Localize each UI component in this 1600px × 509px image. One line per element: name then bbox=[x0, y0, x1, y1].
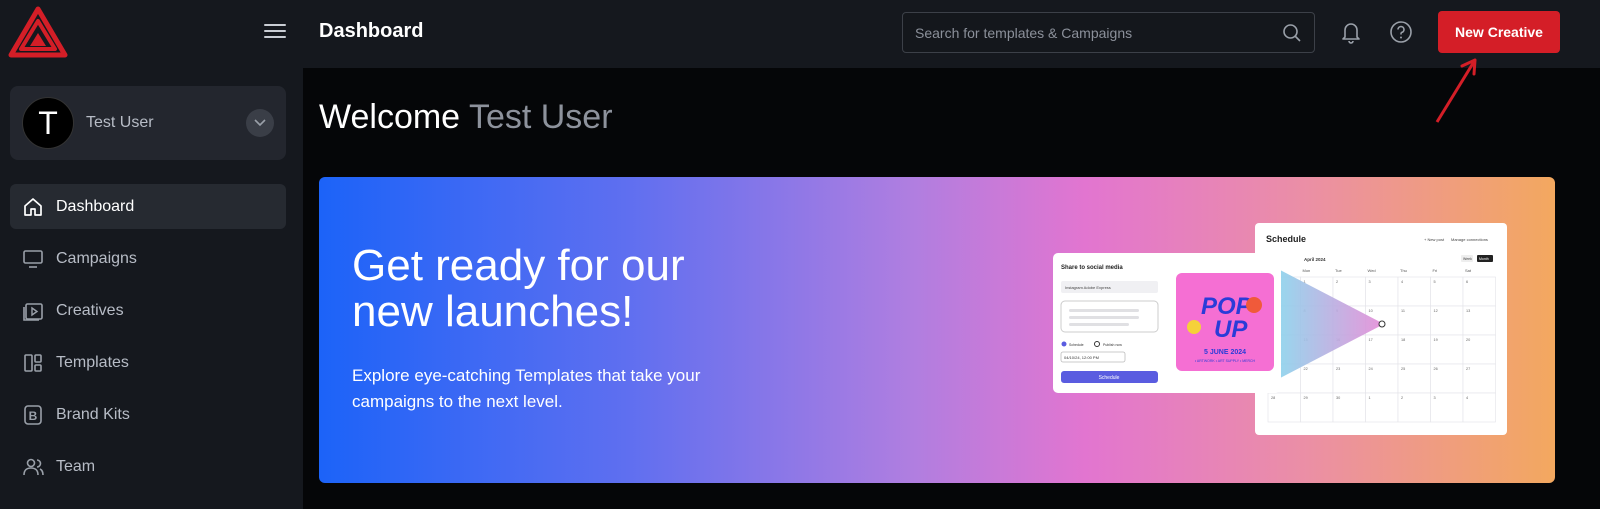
calendar-date: 23 bbox=[1336, 367, 1340, 371]
calendar-date: 25 bbox=[1401, 367, 1405, 371]
calendar-date: 10 bbox=[1369, 309, 1373, 313]
share-title: Share to social media bbox=[1061, 265, 1123, 271]
calendar-title: Schedule bbox=[1266, 234, 1306, 244]
schedule-option: Schedule bbox=[1069, 343, 1084, 347]
calendar-date: 2 bbox=[1401, 396, 1403, 400]
calendar-date: 29 bbox=[1304, 396, 1308, 400]
logo-icon[interactable] bbox=[8, 6, 68, 58]
user-name: Test User bbox=[86, 114, 154, 131]
menu-toggle-icon[interactable] bbox=[262, 20, 288, 44]
calendar-weekday: Thu bbox=[1400, 268, 1407, 273]
search-icon[interactable] bbox=[1282, 23, 1302, 43]
users-icon bbox=[22, 456, 44, 478]
banner-title: Get ready for our new launches! bbox=[352, 241, 685, 336]
sidebar-item-creatives[interactable]: Creatives bbox=[10, 288, 286, 333]
welcome-heading: Welcome Test User bbox=[319, 98, 613, 137]
publish-option: Publish now bbox=[1103, 343, 1122, 347]
calendar-date: 3 bbox=[1434, 396, 1436, 400]
calendar-date: 6 bbox=[1466, 280, 1468, 284]
calendar-date: 26 bbox=[1434, 367, 1438, 371]
calendar-date: 4 bbox=[1401, 280, 1403, 284]
calendar-date: 28 bbox=[1271, 396, 1275, 400]
search-box[interactable]: Search for templates & Campaigns bbox=[902, 12, 1315, 53]
datetime-value: 04/10/24, 12:00 PM bbox=[1064, 355, 1099, 360]
help-icon[interactable] bbox=[1388, 19, 1414, 45]
calendar-date: 24 bbox=[1369, 367, 1373, 371]
poster-tags: • ARTWORK • ART SUPPLY • MERCH bbox=[1195, 359, 1256, 363]
poster-bottom: UP bbox=[1214, 316, 1248, 343]
chevron-down-icon[interactable] bbox=[246, 109, 274, 137]
calendar-date: 11 bbox=[1401, 309, 1405, 313]
calendar-manage: Manage connections bbox=[1451, 237, 1488, 242]
calendar-date: 19 bbox=[1434, 338, 1438, 342]
calendar-date: 1 bbox=[1369, 396, 1371, 400]
page-title: Dashboard bbox=[319, 20, 424, 42]
calendar-weekday: Wed bbox=[1368, 268, 1376, 273]
welcome-prefix: Welcome bbox=[319, 98, 461, 136]
banner-illustration: Schedule + New post Manage connections T… bbox=[1053, 223, 1507, 435]
welcome-user-name: Test User bbox=[468, 98, 613, 136]
calendar-new-post: + New post bbox=[1424, 237, 1445, 242]
calendar-weekday: Mon bbox=[1303, 268, 1311, 273]
layout-icon bbox=[22, 352, 44, 374]
b-icon: B bbox=[22, 404, 44, 426]
sidebar-item-campaigns[interactable]: Campaigns bbox=[10, 236, 286, 281]
sidebar-item-team[interactable]: Team bbox=[10, 444, 286, 489]
calendar-date: 17 bbox=[1369, 338, 1373, 342]
svg-text:B: B bbox=[29, 409, 38, 423]
top-bar: Dashboard Search for templates & Campaig… bbox=[303, 0, 1600, 68]
calendar-date: 22 bbox=[1304, 367, 1308, 371]
calendar-month-btn: Month bbox=[1479, 257, 1489, 261]
sidebar-item-label: Creatives bbox=[56, 301, 124, 319]
avatar: T bbox=[22, 97, 74, 149]
calendar-month: April 2024 bbox=[1304, 257, 1326, 262]
share-card: Share to social media Instagram Adobe Ex… bbox=[1053, 253, 1281, 393]
share-account: Instagram Adobe Express bbox=[1065, 285, 1111, 290]
calendar-date: 20 bbox=[1466, 338, 1470, 342]
calendar-weekday: Sat bbox=[1465, 268, 1472, 273]
sidebar-item-dashboard[interactable]: Dashboard bbox=[10, 184, 286, 229]
calendar-weekday: Tue bbox=[1335, 268, 1343, 273]
monitor-icon bbox=[22, 248, 44, 270]
sidebar: T Test User Dashboard Campaigns Creative… bbox=[0, 0, 303, 509]
home-icon bbox=[22, 196, 44, 218]
calendar-date: 27 bbox=[1466, 367, 1470, 371]
sidebar-item-label: Brand Kits bbox=[56, 405, 130, 423]
sidebar-item-label: Templates bbox=[56, 353, 129, 371]
calendar-date: 13 bbox=[1466, 309, 1470, 313]
user-switcher[interactable]: T Test User bbox=[10, 86, 286, 160]
search-input[interactable]: Search for templates & Campaigns bbox=[915, 25, 1282, 41]
calendar-date: 3 bbox=[1369, 280, 1371, 284]
calendar-date: 5 bbox=[1434, 280, 1436, 284]
annotation-arrow-icon bbox=[1435, 58, 1477, 123]
bell-icon[interactable] bbox=[1338, 19, 1364, 45]
calendar-date: 2 bbox=[1336, 280, 1338, 284]
sidebar-item-brand-kits[interactable]: B Brand Kits bbox=[10, 392, 286, 437]
sidebar-item-templates[interactable]: Templates bbox=[10, 340, 286, 385]
sidebar-nav: Dashboard Campaigns Creatives Templates … bbox=[10, 184, 286, 496]
banner-subtitle: Explore eye-catching Templates that take… bbox=[352, 366, 701, 411]
calendar-weekday: Fri bbox=[1433, 268, 1438, 273]
new-creative-button[interactable]: New Creative bbox=[1438, 11, 1560, 53]
sidebar-item-label: Dashboard bbox=[56, 197, 135, 215]
promo-banner[interactable]: Get ready for our new launches! Explore … bbox=[319, 177, 1555, 483]
poster-date: 5 JUNE 2024 bbox=[1204, 349, 1246, 356]
calendar-date: 12 bbox=[1434, 309, 1438, 313]
play-icon bbox=[22, 300, 44, 322]
schedule-button: Schedule bbox=[1099, 375, 1120, 381]
calendar-date: 30 bbox=[1336, 396, 1340, 400]
sidebar-item-label: Team bbox=[56, 457, 96, 475]
calendar-date: 18 bbox=[1401, 338, 1405, 342]
calendar-week: Week bbox=[1463, 257, 1472, 261]
sidebar-item-label: Campaigns bbox=[56, 249, 137, 267]
calendar-date: 4 bbox=[1466, 396, 1468, 400]
